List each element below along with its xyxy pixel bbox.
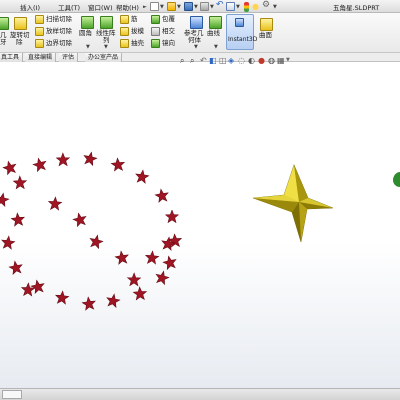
small-star[interactable] <box>110 156 126 172</box>
small-star[interactable] <box>29 278 47 295</box>
status-bar <box>0 388 400 400</box>
model-tab[interactable] <box>2 390 22 399</box>
small-star[interactable] <box>113 249 130 266</box>
large-3d-star[interactable] <box>252 164 334 243</box>
small-star[interactable] <box>0 234 16 250</box>
small-star[interactable] <box>10 211 26 227</box>
small-star[interactable] <box>132 286 148 301</box>
small-star[interactable] <box>105 292 122 309</box>
green-model-edge[interactable] <box>393 172 400 187</box>
small-star[interactable] <box>12 175 28 190</box>
small-star[interactable] <box>134 168 151 185</box>
small-star[interactable] <box>20 282 36 297</box>
star-pattern[interactable] <box>0 150 183 311</box>
small-star[interactable] <box>87 233 105 250</box>
small-star[interactable] <box>1 159 19 176</box>
small-star[interactable] <box>144 249 160 265</box>
small-star[interactable] <box>164 209 180 224</box>
small-star[interactable] <box>31 156 49 173</box>
small-star[interactable] <box>126 272 142 287</box>
small-star[interactable] <box>153 187 170 204</box>
small-star[interactable] <box>71 211 89 228</box>
model-scene <box>0 150 400 311</box>
small-star[interactable] <box>47 196 63 211</box>
small-star[interactable] <box>55 152 71 167</box>
small-star[interactable] <box>81 150 99 167</box>
small-star[interactable] <box>0 191 11 208</box>
small-star[interactable] <box>81 295 97 311</box>
small-star[interactable] <box>7 259 24 276</box>
small-star[interactable] <box>54 289 70 305</box>
small-star[interactable] <box>161 254 179 271</box>
small-star[interactable] <box>153 269 171 286</box>
